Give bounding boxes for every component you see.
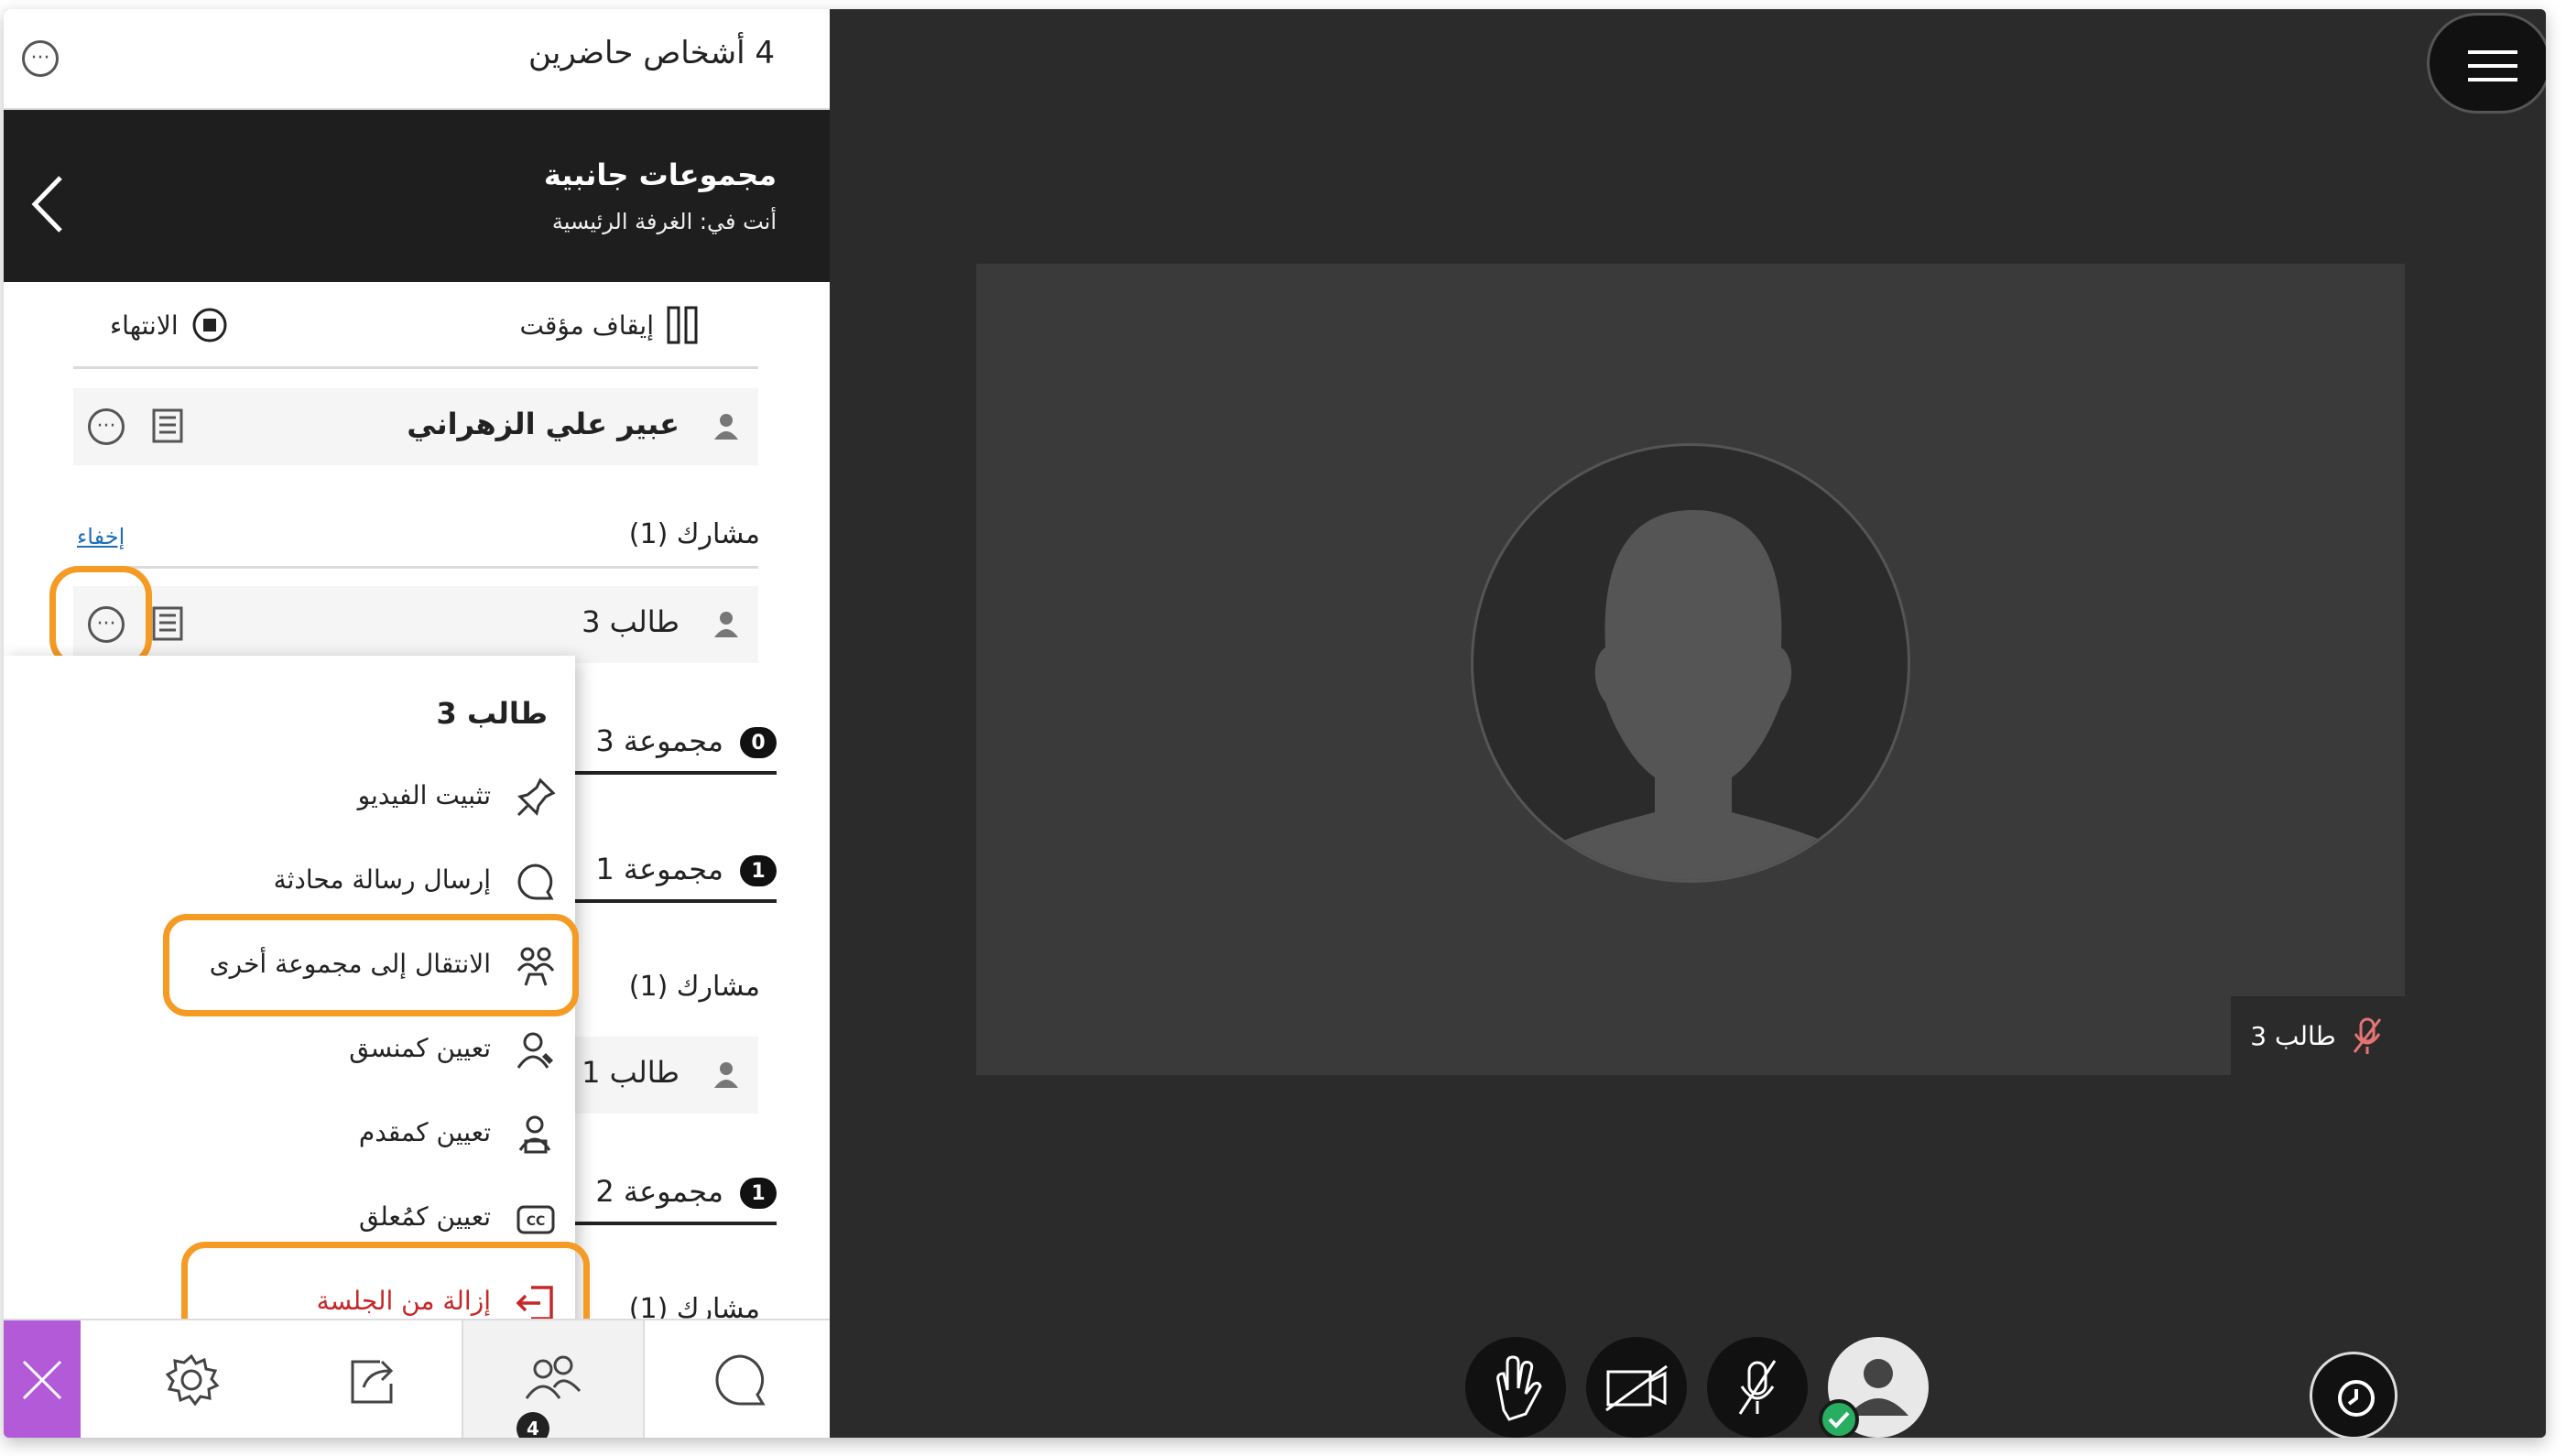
panel-tab-bar: 4 bbox=[4, 1319, 830, 1438]
menu-title: طالب 3 bbox=[436, 696, 548, 731]
share-content-tab[interactable] bbox=[297, 1320, 452, 1438]
svg-text:CC: CC bbox=[527, 1214, 546, 1229]
breakout-location: أنت في: الغرفة الرئيسية bbox=[551, 209, 777, 234]
moderator-icon bbox=[516, 1032, 553, 1069]
section-divider bbox=[73, 566, 758, 569]
person-icon bbox=[714, 414, 738, 440]
camera-off-icon bbox=[1605, 1364, 1668, 1412]
hamburger-icon bbox=[2468, 50, 2517, 81]
close-icon bbox=[22, 1360, 62, 1400]
session-timer-button[interactable] bbox=[2310, 1352, 2397, 1438]
group-count-badge: 1 bbox=[740, 855, 777, 886]
end-button[interactable]: الانتهاء bbox=[110, 284, 228, 366]
pause-label: إيقاف مؤقت bbox=[519, 310, 654, 341]
mic-muted-icon bbox=[2353, 1017, 2381, 1054]
menu-item-label: تعيين كمقدم bbox=[358, 1117, 491, 1147]
more-button-highlight bbox=[49, 566, 152, 668]
attendees-icon bbox=[525, 1355, 582, 1399]
chat-tab[interactable] bbox=[663, 1320, 819, 1438]
attendees-count-title: 4 أشخاص حاضرين bbox=[528, 35, 775, 71]
group-1-participant-row: طالب 1 bbox=[575, 1037, 758, 1114]
facilitator-name: عبير علي الزهراني bbox=[407, 407, 680, 441]
video-participant-name: طالب 3 bbox=[2250, 1020, 2336, 1051]
group-1-header[interactable]: 1 مجموعة 1 bbox=[557, 848, 777, 903]
participant-row: طالب 3 ··· bbox=[73, 586, 758, 663]
menu-item-label: تعيين كمنسق bbox=[349, 1033, 491, 1063]
chat-bubble-icon bbox=[715, 1354, 766, 1406]
details-list-icon[interactable] bbox=[152, 408, 183, 443]
group-count-badge: 1 bbox=[740, 1178, 777, 1209]
person-icon bbox=[714, 612, 738, 637]
hide-link[interactable]: إخفاء bbox=[77, 524, 125, 549]
breakout-title: مجموعات جانبية bbox=[543, 158, 777, 192]
group-name: مجموعة 2 bbox=[595, 1174, 723, 1209]
default-avatar-icon bbox=[1497, 510, 1889, 880]
gear-icon bbox=[165, 1353, 220, 1407]
chat-bubble-icon bbox=[517, 864, 554, 900]
menu-item-make-presenter[interactable]: تعيين كمقدم bbox=[44, 1104, 557, 1163]
menu-item-label: تثبيت الفيديو bbox=[357, 780, 491, 810]
group-2-header[interactable]: 1 مجموعة 2 bbox=[557, 1170, 777, 1225]
facilitator-more-icon[interactable]: ··· bbox=[88, 408, 125, 445]
share-icon bbox=[351, 1360, 394, 1404]
attendees-tab[interactable] bbox=[462, 1320, 645, 1438]
participant-name: طالب 3 bbox=[582, 604, 680, 639]
menu-item-send-chat[interactable]: إرسال رسالة محادثة bbox=[44, 852, 557, 910]
menu-item-label: إرسال رسالة محادثة bbox=[273, 864, 491, 895]
group-name: مجموعة 1 bbox=[595, 852, 723, 886]
back-chevron-icon[interactable] bbox=[26, 172, 71, 236]
move-group-highlight bbox=[163, 914, 579, 1016]
end-label: الانتهاء bbox=[110, 310, 179, 341]
facilitator-row: عبير علي الزهراني ··· bbox=[73, 388, 758, 465]
menu-item-label: تعيين كمُعلق bbox=[358, 1201, 491, 1232]
attendees-panel: ··· 4 أشخاص حاضرين مجموعات جانبية أنت في… bbox=[4, 9, 830, 1438]
collaborate-window: ··· 4 أشخاص حاضرين مجموعات جانبية أنت في… bbox=[4, 9, 2546, 1438]
group-1-section-label: مشارك (1) bbox=[628, 971, 760, 1003]
close-panel-tab[interactable] bbox=[4, 1320, 81, 1438]
participant-video-tile: طالب 3 bbox=[976, 264, 2405, 1075]
menu-item-make-moderator[interactable]: تعيين كمنسق bbox=[44, 1020, 557, 1079]
avatar bbox=[1471, 443, 1910, 883]
controls-divider bbox=[73, 366, 758, 369]
mic-muted-icon bbox=[1738, 1360, 1777, 1415]
presenter-icon bbox=[518, 1115, 551, 1154]
microphone-toggle-button[interactable] bbox=[1707, 1337, 1808, 1438]
camera-toggle-button[interactable] bbox=[1586, 1337, 1687, 1438]
raise-hand-button[interactable] bbox=[1465, 1337, 1566, 1438]
attendees-count-badge: 4 bbox=[516, 1412, 549, 1438]
details-list-icon[interactable] bbox=[152, 606, 183, 641]
menu-item-pin-video[interactable]: تثبيت الفيديو bbox=[44, 767, 557, 826]
pause-button[interactable]: إيقاف مؤقت bbox=[519, 284, 698, 366]
captioner-icon: CC bbox=[516, 1205, 555, 1234]
panel-header: ··· 4 أشخاص حاضرين bbox=[4, 9, 830, 110]
menu-item-make-captioner[interactable]: CC تعيين كمُعلق bbox=[44, 1189, 557, 1247]
breakout-header: مجموعات جانبية أنت في: الغرفة الرئيسية bbox=[4, 110, 830, 282]
status-check-icon bbox=[1819, 1399, 1859, 1438]
raise-hand-icon bbox=[1496, 1355, 1542, 1421]
pause-icon bbox=[667, 306, 698, 344]
stop-icon bbox=[192, 308, 227, 342]
group-3-header[interactable]: 0 مجموعة 3 bbox=[557, 720, 777, 775]
main-room-section-label: مشارك (1) bbox=[628, 518, 760, 550]
clock-icon bbox=[2338, 1380, 2375, 1417]
session-menu-button[interactable] bbox=[2427, 13, 2546, 114]
screenshot-stage: ··· 4 أشخاص حاضرين مجموعات جانبية أنت في… bbox=[0, 0, 2566, 1456]
participant-name: طالب 1 bbox=[582, 1055, 680, 1090]
pin-icon bbox=[516, 777, 556, 817]
settings-tab[interactable] bbox=[114, 1320, 269, 1438]
person-icon bbox=[714, 1062, 738, 1088]
panel-more-icon[interactable]: ··· bbox=[22, 40, 59, 77]
group-count-badge: 0 bbox=[740, 727, 777, 758]
video-participant-label: طالب 3 bbox=[2231, 996, 2405, 1075]
group-name: مجموعة 3 bbox=[595, 723, 723, 758]
